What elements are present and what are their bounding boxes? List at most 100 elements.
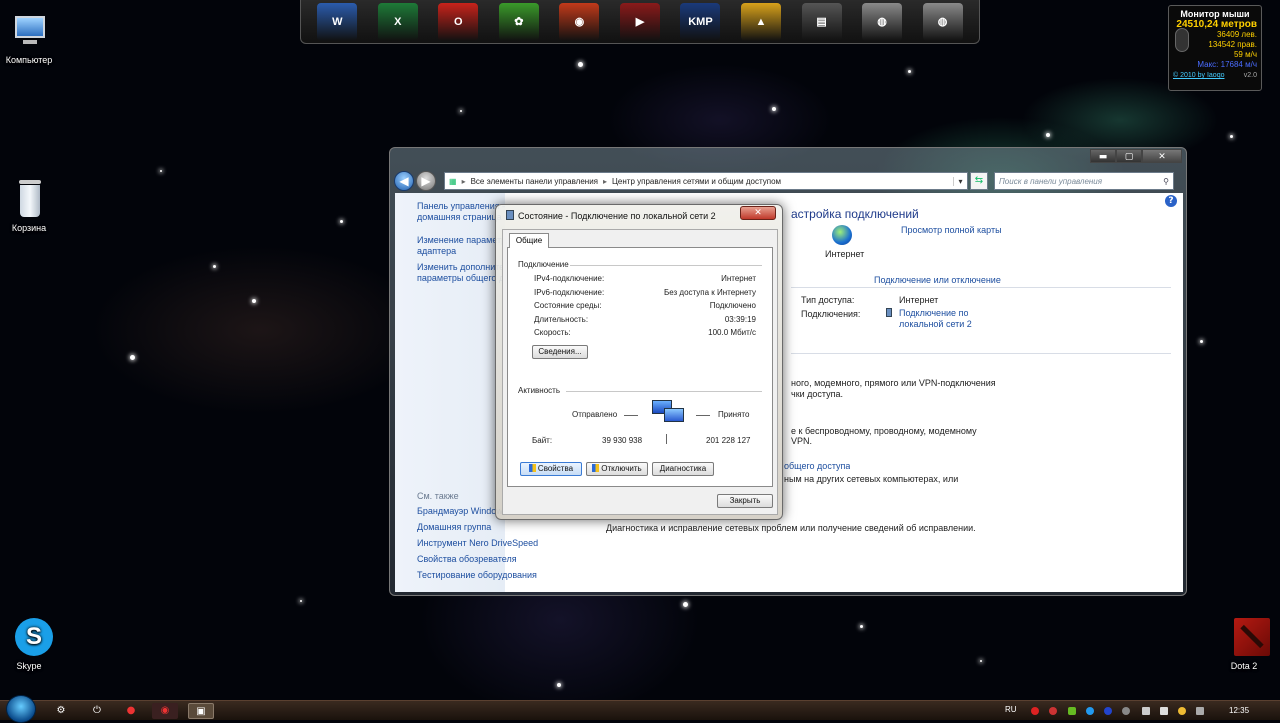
activity-group-label: Активность	[518, 386, 561, 395]
access-type-value: Интернет	[899, 295, 939, 305]
power-icon[interactable]: ⏻	[84, 703, 110, 719]
breadcrumb-root[interactable]: Все элементы панели управления	[471, 177, 598, 186]
search-input[interactable]: Поиск в панели управления ⚲	[994, 172, 1174, 190]
divider	[566, 391, 762, 392]
opera-icon[interactable]: O	[438, 2, 479, 41]
disable-button[interactable]: Отключить	[586, 462, 648, 476]
status-row-label: IPv6-подключение:	[534, 288, 605, 297]
status-row-label: Скорость:	[534, 328, 571, 337]
maximize-icon[interactable]: ▢	[1116, 149, 1142, 163]
desktop-icon-label: Корзина	[11, 223, 47, 233]
address-bar[interactable]: ▦ ▸ Все элементы панели управления ▸ Цен…	[444, 172, 968, 190]
network-activity-icon	[650, 398, 686, 428]
clock[interactable]: 12:35	[1229, 706, 1249, 715]
see-also-link[interactable]: Тестирование оборудования	[417, 570, 547, 581]
desktop-icon-recycle-bin[interactable]: Корзина	[0, 180, 61, 233]
word-icon[interactable]: W	[317, 2, 358, 41]
kmplayer-icon[interactable]: KMP	[680, 2, 721, 41]
nav-home-link-line2[interactable]: домашняя страница	[417, 212, 505, 223]
see-also-link[interactable]: Инструмент Nero DriveSpeed	[417, 538, 547, 549]
desktop-icon-skype[interactable]: S Skype	[0, 618, 61, 671]
sharing-options-link[interactable]: общего доступа	[784, 461, 850, 472]
antivirus-tray-icon[interactable]	[1049, 707, 1057, 715]
close-icon[interactable]: ✕	[1142, 149, 1182, 163]
nav-adapter-link[interactable]: Изменение параметров	[417, 235, 505, 246]
internet-globe-icon	[832, 225, 852, 245]
status-row-value: Интернет	[721, 274, 756, 283]
mouse-monitor-gadget: Монитор мыши 24510,24 метров 36409 лев. …	[1168, 5, 1262, 91]
tab-general[interactable]: Общие	[509, 233, 549, 248]
window-controls: ▬ ▢ ✕	[1090, 149, 1182, 163]
nav-home-link[interactable]: Панель управления —	[417, 201, 505, 212]
folder-icon[interactable]: ▤	[801, 2, 842, 41]
see-also-link[interactable]: Домашняя группа	[417, 522, 527, 533]
connect-disconnect-link[interactable]: Подключение или отключение	[874, 275, 1001, 286]
volume-tray-icon[interactable]	[1160, 707, 1168, 715]
see-also-link[interactable]: Свойства обозревателя	[417, 554, 537, 565]
nav-sharing-link[interactable]: Изменить дополнительные	[417, 262, 505, 273]
divider	[791, 287, 1171, 288]
nav-adapter-link-line2[interactable]: адаптера	[417, 246, 505, 257]
breadcrumb-current[interactable]: Центр управления сетями и общим доступом	[612, 177, 781, 186]
sharing-options-description: ным на других сетевых компьютерах, или	[784, 474, 959, 484]
connection-link-line2[interactable]: локальной сети 2	[899, 319, 972, 330]
status-row: Длительность: 03:39:19	[534, 315, 756, 324]
search-icon: ⚲	[1163, 176, 1169, 186]
media-player-icon[interactable]: ▶	[619, 2, 660, 41]
refresh-icon[interactable]: ⇆	[970, 172, 988, 190]
desktop-icon-computer[interactable]: Компьютер	[0, 12, 61, 65]
view-full-map-link[interactable]: Просмотр полной карты	[901, 225, 1002, 236]
forward-arrow-icon[interactable]: ▶	[416, 171, 436, 191]
computer-icon	[9, 12, 49, 52]
drive-icon[interactable]: ◍	[862, 2, 903, 41]
diagnose-button[interactable]: Диагностика	[652, 462, 714, 476]
breadcrumb-separator: ▸	[603, 176, 608, 186]
burn-disc-icon[interactable]: ◉	[559, 2, 600, 41]
connection-link[interactable]: Подключение по	[899, 308, 968, 319]
windows-start-icon[interactable]	[6, 695, 36, 723]
bytes-label: Байт:	[532, 436, 553, 445]
details-button[interactable]: Сведения...	[532, 345, 588, 359]
help-icon[interactable]: ?	[1165, 195, 1177, 207]
properties-button[interactable]: Свойства	[520, 462, 582, 476]
troubleshoot-description: Диагностика и исправление сетевых пробле…	[606, 523, 976, 533]
opera-tray-icon[interactable]	[1031, 707, 1039, 715]
chevron-down-icon[interactable]: ▾	[953, 176, 967, 186]
network-window-icon[interactable]: ▣	[188, 703, 214, 719]
see-also-link[interactable]: Брандмауэр Windows	[417, 506, 505, 517]
dialog-title: Состояние - Подключение по локальной сет…	[506, 210, 716, 221]
dota2-icon	[1224, 618, 1270, 658]
network-plug-icon	[886, 308, 892, 317]
nvidia-tray-icon[interactable]	[1068, 707, 1076, 715]
steam-tray-icon[interactable]	[1122, 707, 1130, 715]
nav-sharing-link-line2[interactable]: параметры общего доступа	[417, 273, 505, 284]
minimize-icon[interactable]: ▬	[1090, 149, 1116, 163]
back-arrow-icon[interactable]: ◀	[394, 171, 414, 191]
power-tray-icon[interactable]	[1178, 707, 1186, 715]
excel-icon[interactable]: X	[377, 2, 418, 41]
divider	[624, 415, 638, 416]
aimp-icon[interactable]: ▲	[740, 2, 781, 41]
close-icon[interactable]: ✕	[740, 206, 776, 220]
received-label: Принято	[718, 410, 750, 419]
opera-icon[interactable]: ●	[118, 703, 144, 719]
close-button[interactable]: Закрыть	[717, 494, 773, 508]
control-panel-icon: ▦	[449, 176, 457, 186]
bluetooth-tray-icon[interactable]	[1104, 707, 1112, 715]
steam-icon[interactable]: ⚙	[48, 703, 74, 719]
setup-connection-description: ного, модемного, прямого или VPN-подключ…	[791, 378, 996, 388]
status-row: IPv6-подключение: Без доступа к Интернету	[534, 288, 756, 297]
skype-tray-icon[interactable]	[1086, 707, 1094, 715]
icq-icon[interactable]: ✿	[498, 2, 539, 41]
media-icon[interactable]: ◉	[152, 703, 178, 719]
gadget-footer: © 2010 by Iaoqo v2.0	[1169, 72, 1261, 79]
drive-2-icon[interactable]: ◍	[922, 2, 963, 41]
language-indicator[interactable]: RU	[1005, 705, 1017, 714]
flag-tray-icon[interactable]	[1196, 707, 1204, 715]
gadget-copyright-link[interactable]: © 2010 by Iaoqo	[1173, 72, 1224, 79]
dialog-title-text: Состояние - Подключение по локальной сет…	[518, 211, 716, 221]
divider	[570, 265, 762, 266]
desktop-icon-dota2[interactable]: Dota 2	[1212, 618, 1276, 671]
network-tray-icon[interactable]	[1142, 707, 1150, 715]
page-title: астройка подключений	[791, 207, 919, 221]
